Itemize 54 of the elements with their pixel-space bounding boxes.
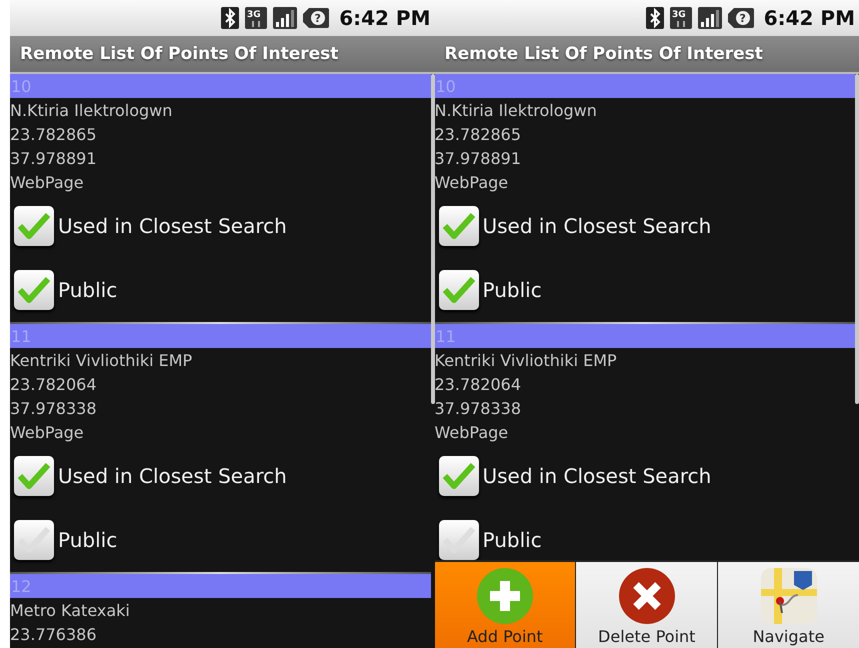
network-icon: 3G [670,7,692,29]
point-field: 23.782064 [10,374,97,394]
point-field: N.Ktiria Ilektrologwn [434,100,597,120]
checkbox-label: Used in Closest Search [482,214,712,238]
map-icon [760,567,818,625]
point-field: 23.776386 [10,624,97,644]
checkbox-label: Used in Closest Search [482,464,712,488]
point-field: 37.978891 [10,148,97,168]
checkbox[interactable] [14,270,54,310]
scrollbar[interactable] [855,74,859,404]
signal-icon [698,7,722,29]
point-field: Metro Katexaki [10,600,130,620]
checkbox[interactable] [14,206,54,246]
point-field: 23.782865 [434,124,522,144]
checkbox-label: Public [58,528,118,552]
screen-title: Remote List Of Points Of Interest [444,44,763,64]
menu-item[interactable]: Add Point [434,562,576,648]
scrollbar[interactable] [430,74,434,404]
checkbox[interactable] [438,206,478,246]
screen-title: Remote List Of Points Of Interest [20,44,338,64]
status-time: 6:42 PM [764,6,855,30]
point-field: WebPage [10,172,84,192]
checkbox-label: Public [482,278,542,302]
checkbox-label: Used in Closest Search [58,214,287,238]
checkbox[interactable] [14,520,54,560]
point-field: WebPage [434,422,508,442]
checkbox-label: Public [482,528,542,552]
network-icon: 3G [245,7,268,29]
point-field: 37.978338 [10,398,97,418]
checkbox[interactable] [438,456,478,496]
menu-item[interactable]: Navigate [718,562,859,648]
bluetooth-icon [221,7,240,29]
point-field: 23.782865 [10,124,97,144]
battery-icon: ? [728,8,754,28]
point-field: WebPage [10,422,84,442]
checkbox[interactable] [438,270,478,310]
checkbox-label: Used in Closest Search [58,464,287,488]
point-field: 23.782064 [434,374,522,394]
point-field: N.Ktiria Ilektrologwn [10,100,172,120]
checkbox[interactable] [438,520,478,560]
battery-icon: ? [303,8,330,28]
status-time: 6:42 PM [339,6,430,30]
point-field: 37.978891 [434,148,522,168]
menu-item[interactable]: Delete Point [576,562,718,648]
signal-icon [273,7,298,29]
point-field: Kentriki Vivliothiki EMP [10,350,192,370]
checkbox[interactable] [14,456,54,496]
close-icon [618,567,676,625]
point-field: 37.978338 [434,398,522,418]
checkbox-label: Public [58,278,118,302]
point-field: WebPage [434,172,508,192]
plus-icon [476,567,534,625]
bluetooth-icon [646,7,664,29]
point-field: Kentriki Vivliothiki EMP [434,350,617,370]
